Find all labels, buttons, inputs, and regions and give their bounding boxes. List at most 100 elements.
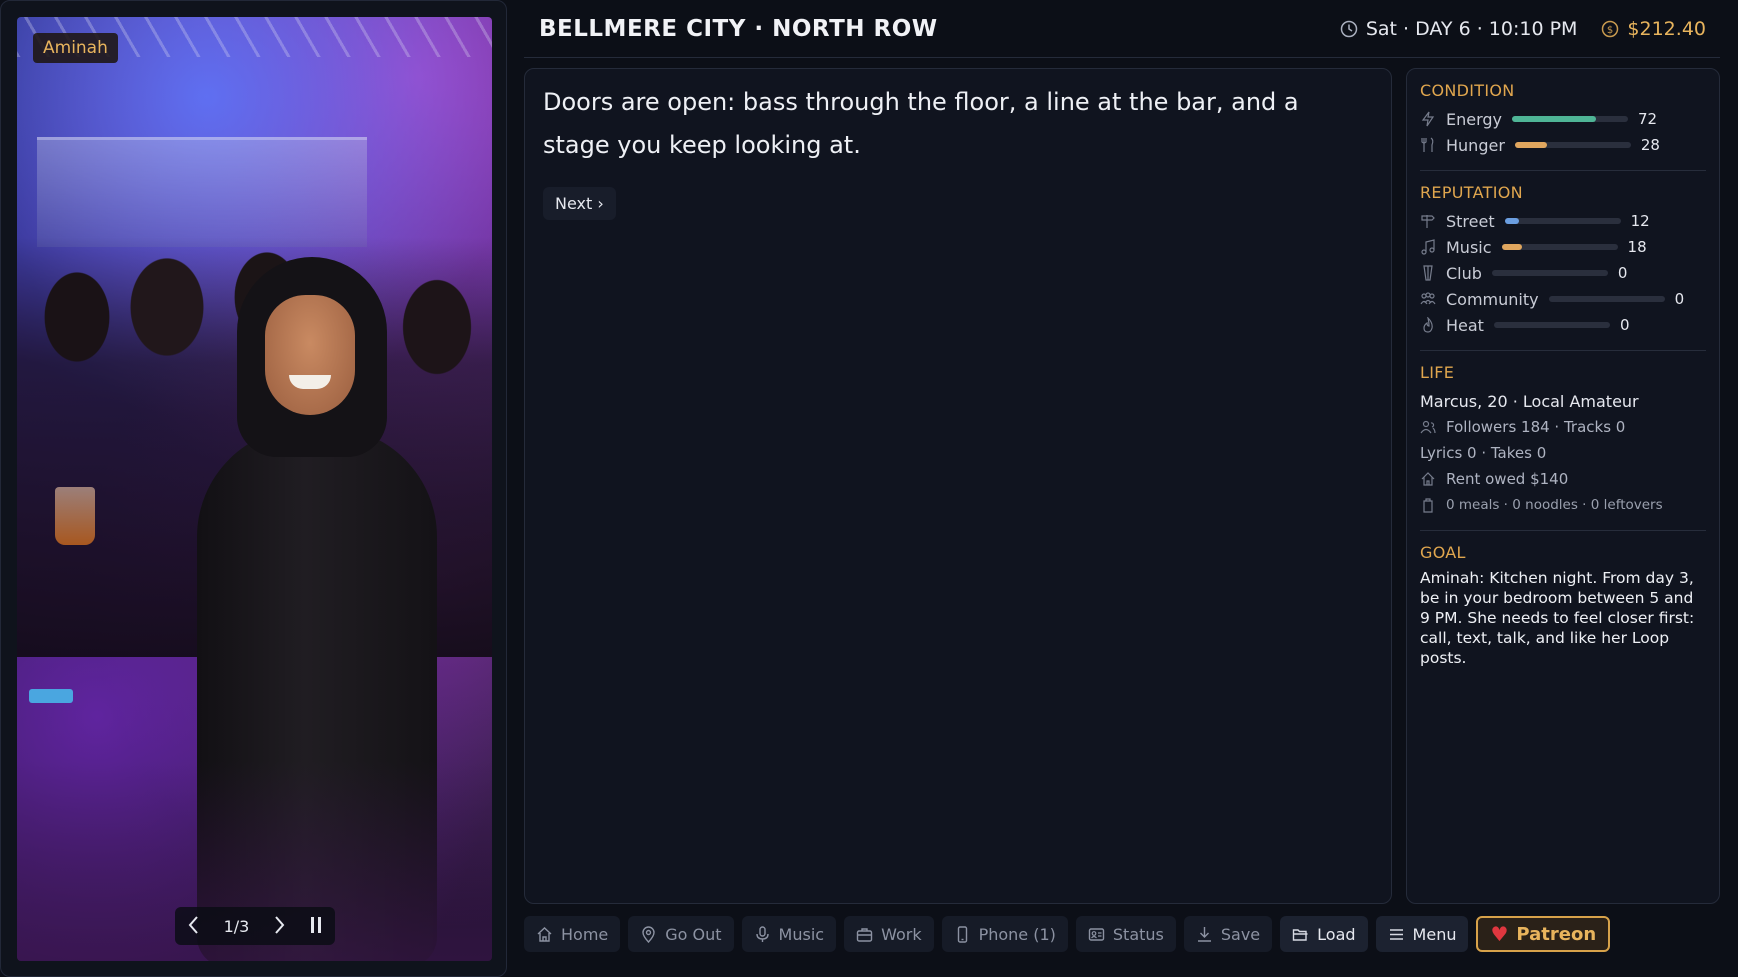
music-bar xyxy=(1501,244,1618,250)
go-out-button[interactable]: Go Out xyxy=(628,916,734,952)
heart-icon: ♥ xyxy=(1490,922,1509,946)
phone-button[interactable]: Phone (1) xyxy=(941,916,1068,952)
followers-text: Followers 184 · Tracks 0 xyxy=(1446,418,1626,436)
stat-energy: Energy 72 xyxy=(1420,106,1706,132)
stats-panel: CONDITION Energy 72 Hunger 28 REPUTATION… xyxy=(1406,68,1720,904)
rep-label: Club xyxy=(1446,263,1482,283)
house-icon xyxy=(1420,471,1436,487)
music-bar-fill xyxy=(1501,244,1523,250)
status-button[interactable]: Status xyxy=(1075,916,1176,952)
food-text: 0 meals · 0 noodles · 0 leftovers xyxy=(1446,497,1663,513)
microphone-icon xyxy=(755,925,769,942)
goal-text: Aminah: Kitchen night. From day 3, be in… xyxy=(1420,569,1695,667)
go-out-label: Go Out xyxy=(665,924,722,944)
prev-photo-button[interactable] xyxy=(187,915,201,938)
street-bar-fill xyxy=(1504,218,1519,224)
divider xyxy=(1420,170,1706,171)
glass-icon xyxy=(1420,265,1436,281)
community-bar xyxy=(1548,296,1665,302)
lightning-icon xyxy=(1420,111,1436,127)
rep-street: Street 12 xyxy=(1420,208,1706,234)
divider xyxy=(1420,530,1706,531)
home-button[interactable]: Home xyxy=(524,916,621,952)
next-button[interactable]: Next › xyxy=(543,187,616,220)
game-clock: Sat · DAY 6 · 10:10 PM xyxy=(1340,18,1577,40)
home-label: Home xyxy=(561,924,609,944)
music-note-icon xyxy=(1420,239,1436,255)
load-label: Load xyxy=(1317,924,1356,944)
photo-counter: 1/3 xyxy=(223,916,250,936)
chevron-left-icon xyxy=(188,915,198,934)
rep-label: Heat xyxy=(1446,315,1484,335)
fork-knife-icon xyxy=(1420,137,1436,153)
music-button[interactable]: Music xyxy=(741,916,837,952)
stat-hunger: Hunger 28 xyxy=(1420,132,1706,158)
rep-label: Street xyxy=(1446,211,1495,231)
phone-label: Phone (1) xyxy=(978,924,1056,944)
money-amount: $212.40 xyxy=(1627,17,1706,40)
id-card-icon xyxy=(1088,927,1105,941)
rep-heat: Heat 0 xyxy=(1420,312,1706,338)
life-title: LIFE xyxy=(1420,363,1455,382)
food-box-icon xyxy=(1420,497,1436,513)
bottom-action-bar: Home Go Out Music Work Phone (1) Status … xyxy=(524,916,1611,954)
pause-icon xyxy=(311,916,322,933)
player-identity: Marcus, 20 · Local Amateur xyxy=(1420,391,1639,411)
lyrics-line: Lyrics 0 · Takes 0 xyxy=(1420,444,1547,462)
reputation-title: REPUTATION xyxy=(1420,183,1523,202)
patreon-label: Patreon xyxy=(1516,923,1597,945)
dj-stage xyxy=(37,137,367,247)
users-icon xyxy=(1420,419,1436,435)
patreon-button[interactable]: ♥ Patreon xyxy=(1476,916,1611,952)
rep-club: Club 0 xyxy=(1420,260,1706,286)
followers-line: Followers 184 · Tracks 0 xyxy=(1420,414,1706,440)
rep-label: Music xyxy=(1446,237,1492,257)
money-display: $ $212.40 xyxy=(1601,18,1706,40)
stat-value: 72 xyxy=(1638,110,1658,128)
menu-label: Menu xyxy=(1412,924,1457,944)
house-icon xyxy=(537,926,552,942)
next-photo-button[interactable] xyxy=(272,915,286,938)
pause-slideshow-button[interactable] xyxy=(309,915,323,938)
clock-icon xyxy=(1340,20,1358,37)
street-bar xyxy=(1504,218,1621,224)
load-button[interactable]: Load xyxy=(1280,916,1368,952)
drink-cup xyxy=(55,487,95,545)
map-pin-icon xyxy=(642,925,655,943)
wristband xyxy=(29,689,73,703)
stat-value: 28 xyxy=(1640,136,1660,154)
work-button[interactable]: Work xyxy=(844,916,934,952)
status-label: Status xyxy=(1112,924,1164,944)
rep-value: 0 xyxy=(1674,290,1685,308)
signpost-icon xyxy=(1420,213,1436,229)
svg-text:$: $ xyxy=(1607,25,1613,36)
condition-title: CONDITION xyxy=(1420,81,1515,100)
hunger-bar xyxy=(1514,142,1631,148)
music-label: Music xyxy=(778,924,825,944)
club-bar xyxy=(1491,270,1608,276)
location-title: BELLMERE CITY · NORTH ROW xyxy=(539,15,938,42)
food-line: 0 meals · 0 noodles · 0 leftovers xyxy=(1420,492,1706,518)
download-icon xyxy=(1197,926,1211,942)
stat-label: Hunger xyxy=(1446,135,1505,155)
briefcase-icon xyxy=(856,927,873,942)
stat-label: Energy xyxy=(1446,109,1503,129)
photo-pager: 1/3 xyxy=(175,907,335,945)
hunger-bar-fill xyxy=(1514,142,1548,148)
rent-line: Rent owed $140 xyxy=(1420,466,1706,492)
character-photo-panel: Aminah 1/3 xyxy=(0,0,507,977)
work-label: Work xyxy=(881,924,922,944)
chevron-right-icon xyxy=(275,915,285,934)
flame-icon xyxy=(1420,317,1436,333)
save-button[interactable]: Save xyxy=(1183,916,1273,952)
goal-title: GOAL xyxy=(1420,543,1466,562)
hamburger-menu-icon xyxy=(1389,928,1403,940)
menu-button[interactable]: Menu xyxy=(1375,916,1469,952)
rep-value: 0 xyxy=(1617,264,1628,282)
phone-icon xyxy=(957,925,967,943)
people-icon xyxy=(1420,291,1436,307)
energy-bar-fill xyxy=(1512,116,1596,122)
rep-community: Community 0 xyxy=(1420,286,1706,312)
character-name-tag: Aminah xyxy=(33,33,118,63)
rep-value: 12 xyxy=(1630,212,1650,230)
